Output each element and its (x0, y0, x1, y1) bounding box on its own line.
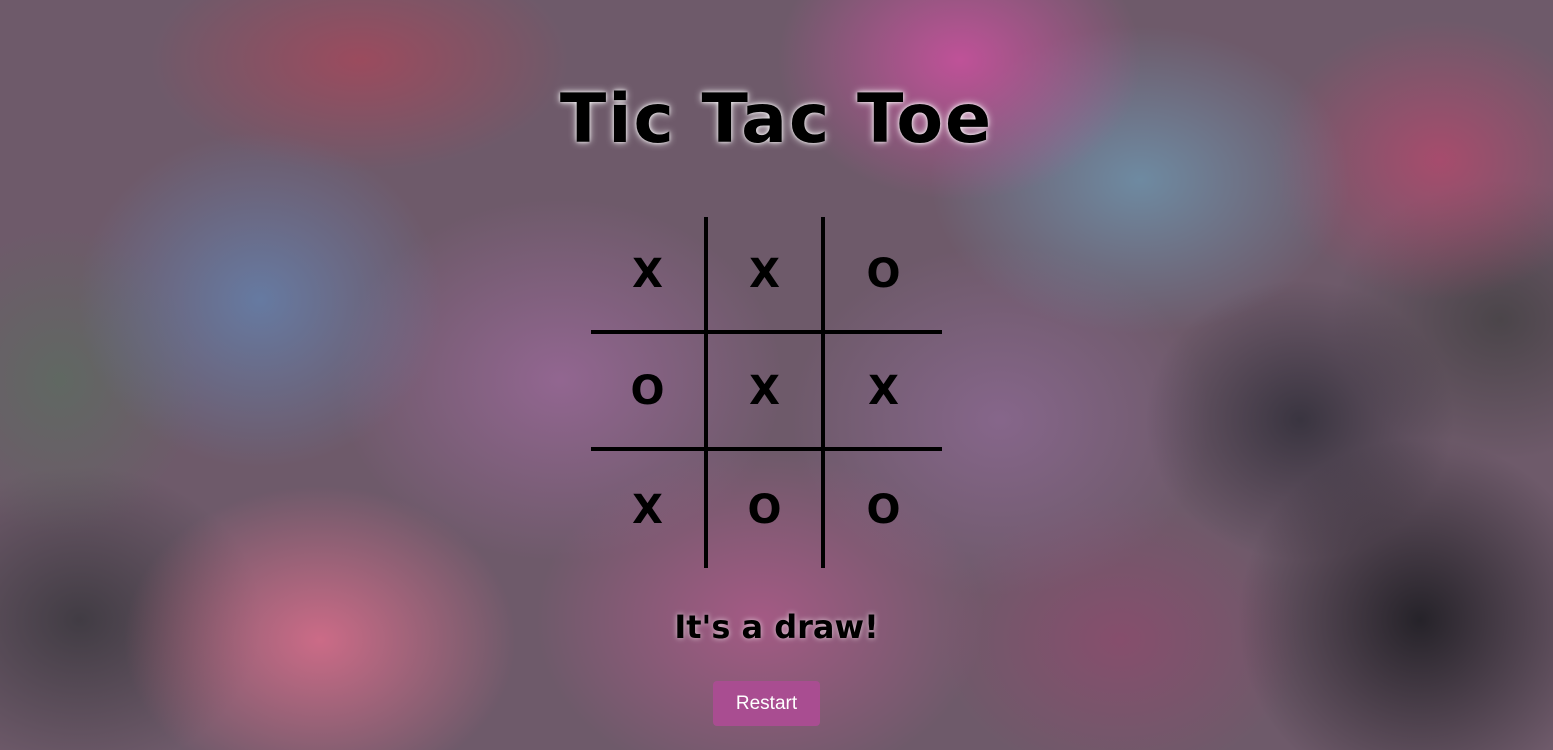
board-cell[interactable]: O (825, 451, 942, 568)
board-cell[interactable]: X (591, 217, 708, 334)
game-board: X X O O X X X O O (591, 217, 942, 568)
board-cell[interactable]: X (708, 334, 825, 451)
board-cell[interactable]: X (825, 334, 942, 451)
board-cell[interactable]: O (825, 217, 942, 334)
board-cell[interactable]: X (708, 217, 825, 334)
restart-button[interactable]: Restart (713, 681, 820, 726)
board-cell[interactable]: O (708, 451, 825, 568)
board-cell[interactable]: X (591, 451, 708, 568)
board-cell[interactable]: O (591, 334, 708, 451)
game-status-message: It's a draw! (674, 608, 879, 646)
page-title: Tic Tac Toe (559, 80, 994, 159)
game-container: Tic Tac Toe X X O O X X X O O It's a dra… (0, 0, 1553, 750)
